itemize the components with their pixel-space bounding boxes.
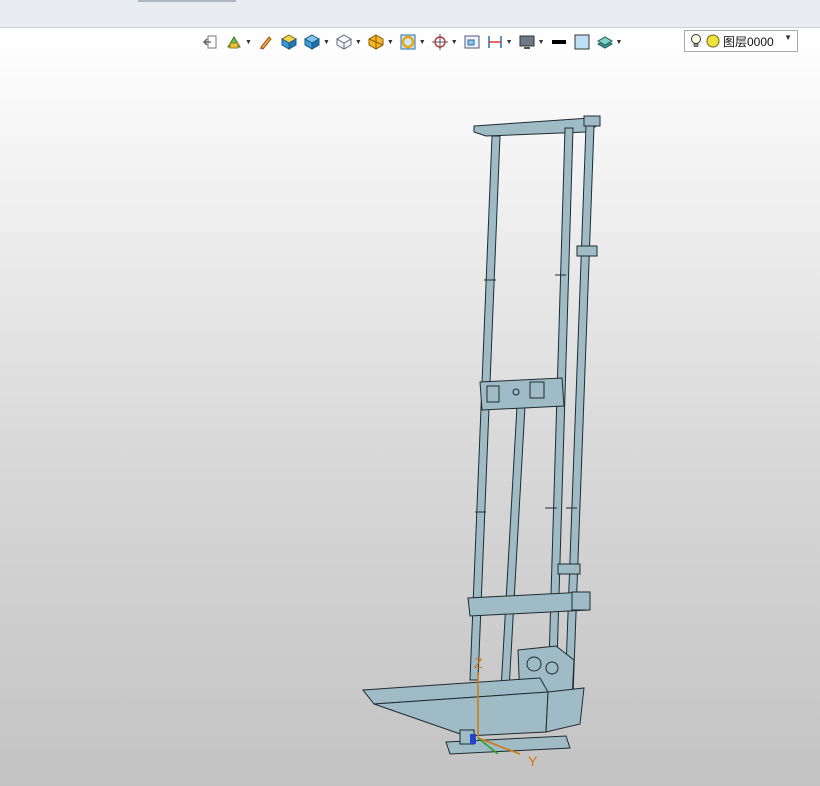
axis-z-label: Z [474,655,483,671]
3d-model[interactable]: Z Y [0,0,820,786]
axis-y-label: Y [528,753,538,769]
